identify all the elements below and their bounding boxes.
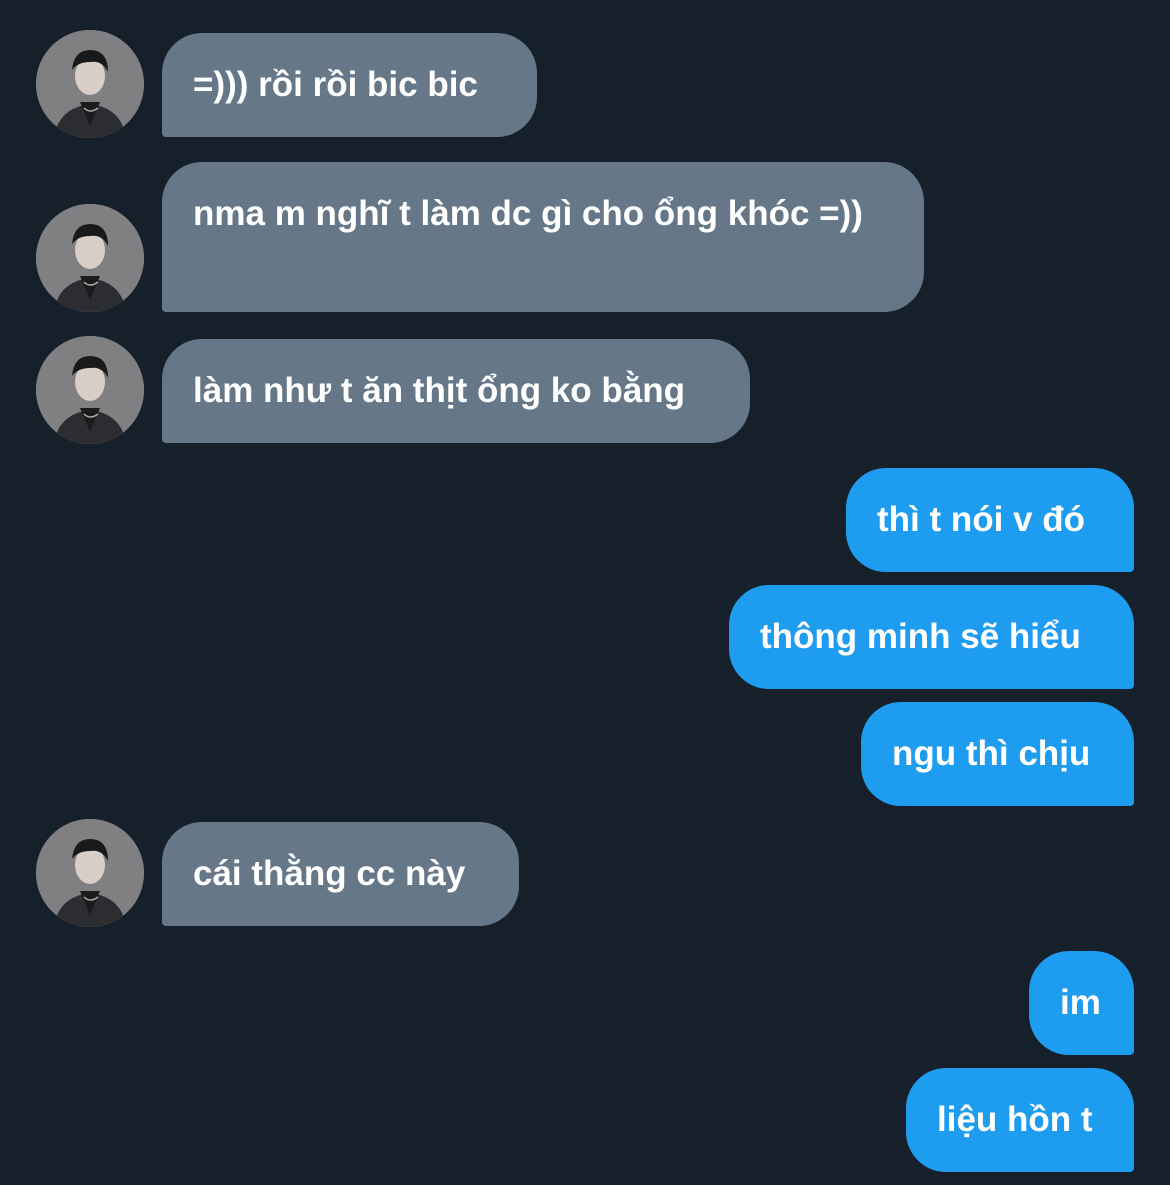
- incoming-message-bubble[interactable]: làm như t ăn thịt ổng ko bằng: [162, 339, 750, 443]
- incoming-message-bubble[interactable]: nma m nghĩ t làm dc gì cho ổng khóc =)): [162, 162, 924, 312]
- contact-avatar[interactable]: [36, 30, 144, 138]
- contact-avatar[interactable]: [36, 336, 144, 444]
- outgoing-message-bubble[interactable]: ngu thì chịu: [861, 702, 1134, 806]
- contact-avatar[interactable]: [36, 819, 144, 927]
- avatar-photo-icon: [36, 819, 144, 927]
- contact-avatar[interactable]: [36, 204, 144, 312]
- outgoing-message-bubble[interactable]: thông minh sẽ hiểu: [729, 585, 1134, 689]
- avatar-photo-icon: [36, 30, 144, 138]
- avatar-photo-icon: [36, 336, 144, 444]
- incoming-message-bubble[interactable]: cái thằng cc này: [162, 822, 519, 926]
- incoming-message-bubble[interactable]: =))) rồi rồi bic bic: [162, 33, 537, 137]
- outgoing-message-bubble[interactable]: liệu hồn t: [906, 1068, 1134, 1172]
- outgoing-message-bubble[interactable]: im: [1029, 951, 1134, 1055]
- outgoing-message-bubble[interactable]: thì t nói v đó: [846, 468, 1134, 572]
- avatar-photo-icon: [36, 204, 144, 312]
